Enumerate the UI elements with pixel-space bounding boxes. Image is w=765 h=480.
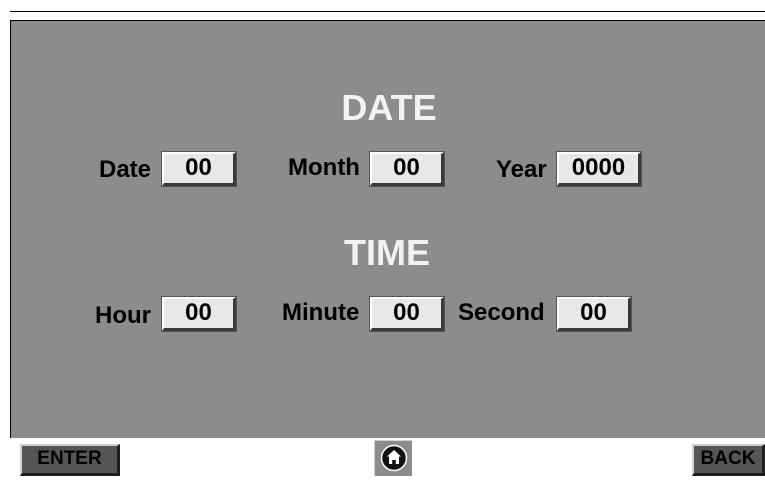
date-time-panel <box>10 21 765 438</box>
year-label: Year <box>496 156 547 183</box>
back-button-label: BACK <box>692 444 765 476</box>
settings-screen: DATE Date 00 Month 00 Year 0000 TIME Hou… <box>0 0 765 480</box>
minute-field[interactable]: 00 <box>369 296 445 332</box>
enter-button-label: ENTER <box>20 444 120 476</box>
second-field[interactable]: 00 <box>556 296 632 332</box>
month-label: Month <box>288 154 360 181</box>
enter-button[interactable]: ENTER <box>10 438 122 478</box>
minute-label: Minute <box>282 299 360 326</box>
hour-label: Hour <box>95 302 151 329</box>
time-heading: TIME <box>344 232 430 273</box>
month-field[interactable]: 00 <box>369 151 445 187</box>
date-label: Date <box>99 156 152 183</box>
home-button[interactable] <box>374 440 412 476</box>
date-field[interactable]: 00 <box>161 151 237 187</box>
second-label: Second <box>458 299 545 326</box>
hour-field[interactable]: 00 <box>161 296 237 332</box>
home-icon <box>380 444 408 472</box>
year-field[interactable]: 0000 <box>556 151 642 187</box>
top-border-line <box>10 11 765 12</box>
back-button[interactable]: BACK <box>682 438 765 478</box>
date-heading: DATE <box>341 87 437 128</box>
